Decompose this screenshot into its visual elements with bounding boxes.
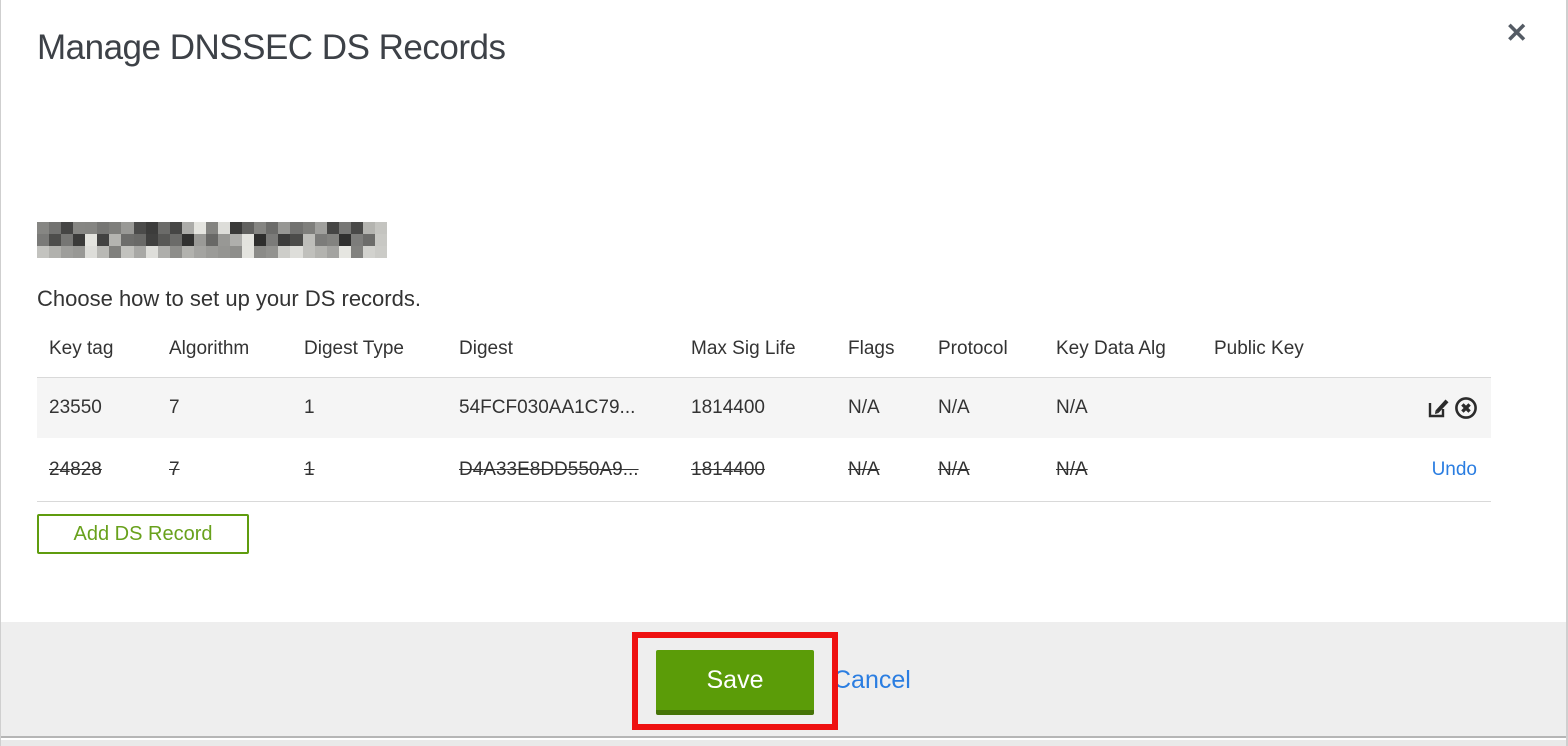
delete-record-icon[interactable] <box>1453 395 1479 421</box>
redacted-domain-name <box>37 222 387 258</box>
save-button[interactable]: Save <box>656 650 814 715</box>
column-header-digest: Digest <box>459 338 513 359</box>
cell-algorithm: 7 <box>169 397 180 418</box>
modal-footer: Save Cancel <box>1 622 1566 738</box>
cell-digest-type: 1 <box>304 397 315 418</box>
cancel-link[interactable]: Cancel <box>833 666 911 695</box>
column-header-max-sig-life: Max Sig Life <box>691 338 796 359</box>
cell-max-sig-life: 1814400 <box>691 458 765 480</box>
modal-title: Manage DNSSEC DS Records <box>37 28 506 67</box>
column-header-protocol: Protocol <box>938 338 1008 359</box>
cell-digest: 54FCF030AA1C79... <box>459 397 636 418</box>
undo-link[interactable]: Undo <box>1432 459 1477 481</box>
column-header-flags: Flags <box>848 338 895 359</box>
column-header-algorithm: Algorithm <box>169 338 250 359</box>
cell-max-sig-life: 1814400 <box>691 397 765 418</box>
cell-algorithm: 7 <box>169 458 180 480</box>
close-icon[interactable]: ✕ <box>1505 20 1528 47</box>
ds-records-table-header: Key tag Algorithm Digest Type Digest Max… <box>37 332 1491 377</box>
edit-record-icon[interactable] <box>1425 395 1451 421</box>
cell-flags: N/A <box>848 458 880 480</box>
column-header-key-data-alg: Key Data Alg <box>1056 338 1166 359</box>
column-header-digest-type: Digest Type <box>304 338 404 359</box>
page-bottom-strip <box>1 740 1566 746</box>
column-header-public-key: Public Key <box>1214 338 1304 359</box>
cell-digest: D4A33E8DD550A9... <box>459 458 639 480</box>
cell-flags: N/A <box>848 397 880 418</box>
table-row-deleted: 24828 7 1 D4A33E8DD550A9... 1814400 N/A … <box>37 438 1491 502</box>
cell-protocol: N/A <box>938 458 970 480</box>
dnssec-ds-records-modal: Manage DNSSEC DS Records ✕ Choose how to… <box>0 0 1568 746</box>
instruction-text: Choose how to set up your DS records. <box>37 286 421 311</box>
cell-digest-type: 1 <box>304 458 315 480</box>
table-row: 23550 7 1 54FCF030AA1C79... 1814400 N/A … <box>37 377 1491 438</box>
cell-key-data-alg: N/A <box>1056 458 1088 480</box>
row-actions <box>1425 395 1479 421</box>
cell-key-tag: 24828 <box>49 458 102 480</box>
add-ds-record-button[interactable]: Add DS Record <box>37 514 249 554</box>
cell-key-tag: 23550 <box>49 397 102 418</box>
column-header-key-tag: Key tag <box>49 338 114 359</box>
cell-key-data-alg: N/A <box>1056 397 1088 418</box>
cell-protocol: N/A <box>938 397 970 418</box>
